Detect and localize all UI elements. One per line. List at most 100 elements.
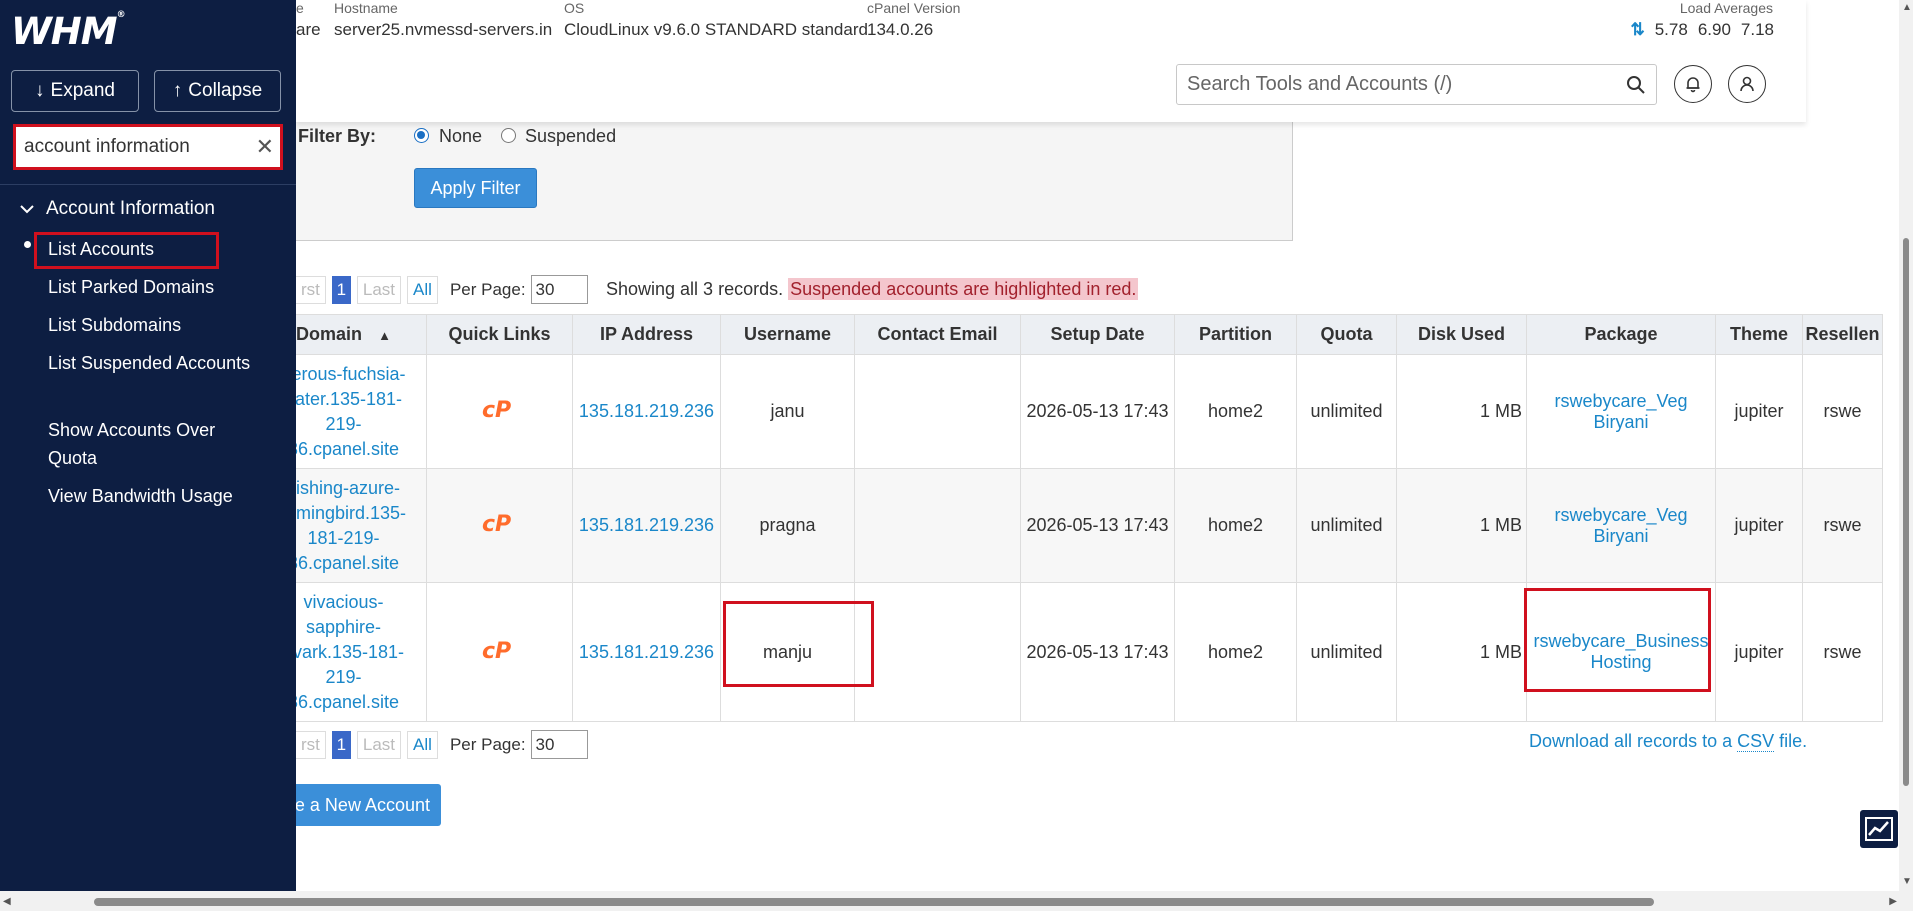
search-tools-input[interactable]: Search Tools and Accounts (/) [1176,64,1657,105]
account-information-section[interactable]: Account Information [20,198,215,220]
scroll-left-icon[interactable]: ◀ [3,896,11,907]
col-username[interactable]: Username [720,314,855,355]
package-cell[interactable]: rswebycare_Veg Biryani [1526,354,1716,469]
col-theme[interactable]: Theme [1715,314,1803,355]
domain-link-line[interactable]: mmingbird.135- [281,503,406,523]
horizontal-scrollbar[interactable]: ◀ ▶ [0,891,1913,911]
col-contact-email[interactable]: Contact Email [854,314,1021,355]
col-package[interactable]: Package [1526,314,1716,355]
user-icon [1740,76,1754,92]
theme-cell: jupiter [1715,468,1803,583]
first-page-button[interactable]: rst [296,275,326,304]
col-quota[interactable]: Quota [1296,314,1397,355]
domain-link-line[interactable]: nerous-fuchsia- [281,364,405,384]
filter-none-radio[interactable] [414,128,429,143]
download-prefix[interactable]: Download all records to a [1529,731,1737,751]
domain-link-line[interactable]: vivacious- [303,592,383,612]
csv-abbr[interactable]: CSV [1737,731,1775,752]
quota-cell: unlimited [1296,582,1397,722]
col-disk-used[interactable]: Disk Used [1396,314,1527,355]
all-pages-button[interactable]: All [407,275,438,304]
email-cell [854,354,1021,469]
col-reseller[interactable]: Resellen [1802,314,1883,355]
page-1-button[interactable]: 1 [331,275,351,304]
page-1-button[interactable]: 1 [331,730,351,759]
collapse-button[interactable]: ↑ Collapse [154,70,281,112]
sidebar-item-show-accounts-over-quota[interactable]: Show Accounts Over Quota [48,416,263,472]
domain-link-line[interactable]: dvark.135-181- [283,642,404,662]
ip-cell[interactable]: 135.181.219.236 [572,582,721,722]
download-csv-link[interactable]: Download all records to a CSV file. [1529,731,1807,752]
sidebar-item-list-subdomains[interactable]: List Subdomains [48,311,263,339]
cpanel-logo-icon[interactable]: cP [480,510,520,536]
quick-links-cell: cP [426,354,573,469]
suspended-note: Suspended accounts are highlighted in re… [788,278,1139,300]
user-menu-button[interactable] [1728,65,1766,103]
vertical-scroll-thumb[interactable] [1903,238,1909,786]
domain-link-line[interactable]: 219- [325,667,361,687]
analytics-button[interactable] [1860,810,1898,848]
download-suffix[interactable]: file. [1774,731,1807,751]
domain-link-line[interactable]: eater.135-181- [285,389,402,409]
clear-search-icon[interactable]: ✕ [256,134,274,160]
col-quick-links[interactable]: Quick Links [426,314,573,355]
ip-link[interactable]: 135.181.219.236 [579,642,714,662]
package-link[interactable]: rswebycare_Veg Biryani [1554,505,1687,546]
partition-cell: home2 [1174,582,1297,722]
apply-filter-button[interactable]: Apply Filter [414,168,537,208]
vertical-scrollbar[interactable]: ▲ ▼ [1899,0,1913,891]
sidebar-item-view-bandwidth-usage[interactable]: View Bandwidth Usage [48,482,263,510]
cpanel-logo-icon[interactable]: cP [480,396,520,422]
sidebar-item-list-suspended-accounts[interactable]: List Suspended Accounts [48,349,263,377]
scroll-right-icon[interactable]: ▶ [1889,896,1897,907]
sidebar-search-value[interactable]: account information [24,136,256,158]
whm-logo[interactable]: WHM® [11,10,126,53]
domain-link-line[interactable]: 181-219- [307,528,379,548]
col-partition[interactable]: Partition [1174,314,1297,355]
load-1: 5.78 [1654,20,1688,39]
accounts-table: Domain ▲ Quick Links IP Address Username … [260,314,1883,722]
domain-link-line[interactable]: sapphire- [306,617,381,637]
cpanel-logo-icon[interactable]: cP [480,637,520,663]
domain-link-line[interactable]: vishing-azure- [287,478,400,498]
ip-cell[interactable]: 135.181.219.236 [572,354,721,469]
arrow-down-icon: ↓ [35,80,45,101]
domain-link-line[interactable]: 36.cpanel.site [288,692,399,712]
domain-link-line[interactable]: 36.cpanel.site [288,439,399,459]
sidebar-item-list-accounts[interactable]: List Accounts [48,235,263,263]
package-cell[interactable]: rswebycare_Veg Biryani [1526,468,1716,583]
scroll-up-icon[interactable]: ▲ [1902,2,1912,13]
all-pages-button[interactable]: All [407,730,438,759]
sidebar-item-list-parked-domains[interactable]: List Parked Domains [48,273,263,301]
col-ip-address[interactable]: IP Address [572,314,721,355]
per-page-input[interactable]: 30 [530,275,588,304]
last-page-button[interactable]: Last [356,730,402,759]
theme-cell: jupiter [1715,582,1803,722]
first-page-button[interactable]: rst [296,730,326,759]
expand-button[interactable]: ↓ Expand [11,70,139,112]
ip-link[interactable]: 135.181.219.236 [579,515,714,535]
domain-link-line[interactable]: 219- [325,414,361,434]
filter-suspended-radio[interactable] [501,128,516,143]
package-link[interactable]: rswebycare_Veg Biryani [1554,391,1687,432]
load-averages-label: Load Averages [1679,0,1773,16]
last-page-button[interactable]: Last [356,275,402,304]
filter-suspended-label[interactable]: Suspended [525,126,616,147]
package-cell[interactable]: rswebycare_Business Hosting [1526,582,1716,722]
notifications-button[interactable] [1674,65,1712,103]
ip-cell[interactable]: 135.181.219.236 [572,468,721,583]
search-icon[interactable] [1626,75,1646,95]
ip-link[interactable]: 135.181.219.236 [579,401,714,421]
domain-link-line[interactable]: 36.cpanel.site [288,553,399,573]
reseller-cell: rswe [1802,468,1883,583]
username-cell: pragna [720,468,855,583]
per-page-input[interactable]: 30 [530,730,588,759]
scroll-down-icon[interactable]: ▼ [1902,876,1912,887]
col-setup-date[interactable]: Setup Date [1020,314,1175,355]
horizontal-scroll-thumb[interactable] [94,898,1654,906]
table-row: nerous-fuchsia- eater.135-181- 219- 36.c… [260,354,1883,469]
sidebar-search-input[interactable]: account information ✕ [13,124,283,170]
username-cell: manju [720,582,855,722]
package-link[interactable]: rswebycare_Business Hosting [1533,631,1708,672]
filter-none-label[interactable]: None [439,126,482,147]
